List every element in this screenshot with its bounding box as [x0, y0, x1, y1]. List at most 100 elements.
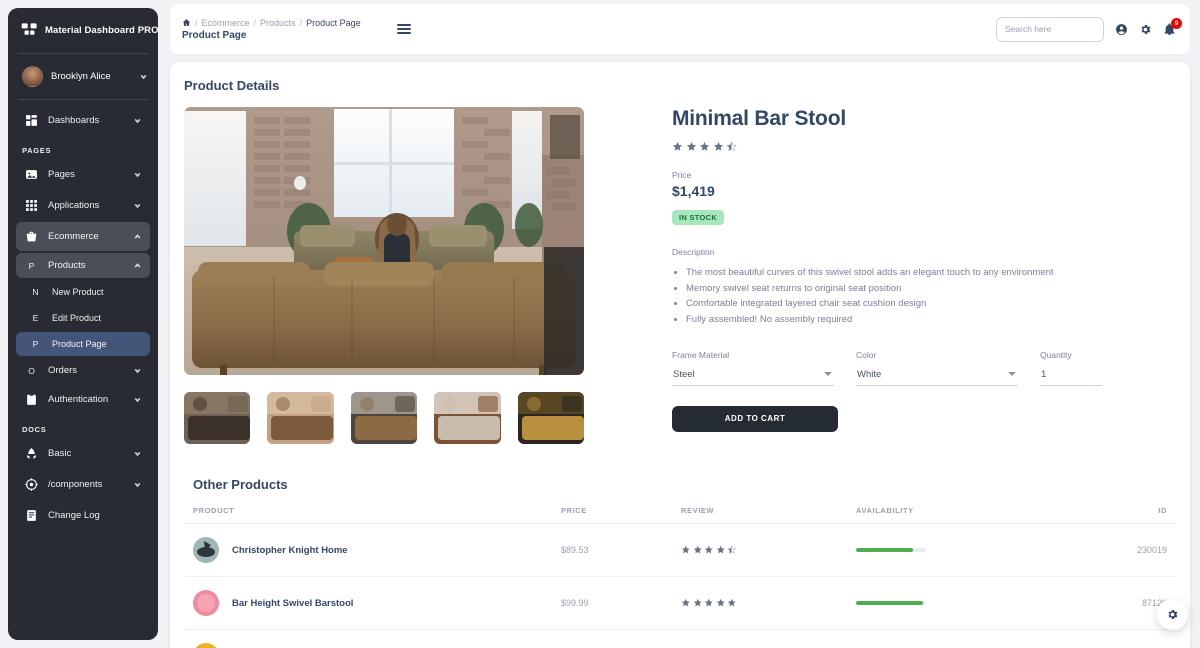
profile-name: Brooklyn Alice: [51, 71, 131, 82]
table-row[interactable]: Christopher Knight Home$89.53230019: [184, 524, 1176, 577]
sidebar-item-label: Basic: [48, 448, 124, 459]
search-input[interactable]: [996, 17, 1104, 42]
gear-icon[interactable]: [1139, 23, 1152, 36]
sidebar-item-components[interactable]: /components: [16, 470, 150, 499]
sidebar-item-label: New Product: [52, 287, 142, 297]
sidebar-item-edit-product[interactable]: EEdit Product: [16, 306, 150, 330]
field-quantity: Quantity1: [1040, 350, 1102, 386]
clipboard-icon: [24, 392, 39, 407]
frame-material-select[interactable]: Steel: [672, 369, 834, 386]
star-icon: [727, 598, 737, 608]
settings-fab-button[interactable]: [1157, 599, 1188, 630]
product-thumbnail[interactable]: [267, 392, 333, 444]
star-icon: [699, 141, 710, 152]
field-color: ColorWhite: [856, 350, 1018, 386]
star-icon: [727, 545, 737, 555]
chevron-up-icon: [133, 261, 142, 270]
description-list: The most beautiful curves of this swivel…: [686, 266, 1166, 328]
cell-id: 230019: [1081, 524, 1176, 577]
breadcrumb: / Ecommerce / Products / Product Page Pr…: [182, 18, 361, 41]
sidebar-item-product-page[interactable]: PProduct Page: [16, 332, 150, 356]
availability-bar: [856, 548, 926, 552]
product-thumbnail[interactable]: [184, 392, 250, 444]
thumbnail-strip: [184, 392, 584, 444]
brand-title: Material Dashboard PRO: [45, 25, 158, 36]
dashboard-logo-icon: [21, 22, 38, 39]
sidebar-item-pages[interactable]: Pages: [16, 160, 150, 189]
breadcrumb-separator: /: [195, 18, 198, 28]
row-rating: [681, 545, 856, 555]
cell-id: 412301: [1081, 630, 1176, 648]
column-header-price: PRICE: [561, 506, 681, 524]
description-item: Comfortable integrated layered chair sea…: [686, 297, 1166, 312]
column-header-review: REVIEW: [681, 506, 856, 524]
bell-icon[interactable]: 9: [1163, 23, 1176, 36]
other-products-title: Other Products: [193, 477, 1176, 492]
color-select[interactable]: White: [856, 369, 1018, 386]
product-title: Minimal Bar Stool: [672, 107, 1166, 131]
sidebar-item-change-log[interactable]: Change Log: [16, 501, 150, 530]
sidebar-item-authentication[interactable]: Authentication: [16, 385, 150, 414]
sidebar: Material Dashboard PRO Brooklyn Alice Da…: [8, 8, 158, 640]
sidebar-item-ecommerce[interactable]: Ecommerce: [16, 222, 150, 251]
sidebar-nav: DashboardsPAGESPagesApplicationsEcommerc…: [8, 100, 158, 640]
cell-product: Christopher Knight Home: [184, 524, 561, 577]
field-label: Frame Material: [672, 350, 834, 360]
log-icon: [24, 508, 39, 523]
hamburger-icon[interactable]: [397, 24, 411, 34]
page-title: Product Page: [182, 30, 361, 41]
quantity-input[interactable]: 1: [1040, 369, 1102, 386]
product-thumbnail[interactable]: [351, 392, 417, 444]
cell-review: [681, 577, 856, 630]
brand[interactable]: Material Dashboard PRO: [8, 8, 158, 53]
star-icon: [716, 598, 726, 608]
account-circle-icon[interactable]: [1115, 23, 1128, 36]
star-icon: [704, 545, 714, 555]
sidebar-item-products[interactable]: PProducts: [16, 253, 150, 278]
table-row[interactable]: Signature Design by Ashley$129.00412301: [184, 630, 1176, 648]
profile-menu[interactable]: Brooklyn Alice: [8, 54, 158, 99]
product-info: Minimal Bar Stool Price $1,419 IN STOCK …: [584, 107, 1176, 444]
sidebar-item-basic[interactable]: Basic: [16, 439, 150, 468]
sidebar-item-applications[interactable]: Applications: [16, 191, 150, 220]
sidebar-item-label: /components: [48, 479, 124, 490]
breadcrumb-separator: /: [254, 18, 257, 28]
sidebar-item-orders[interactable]: OOrders: [16, 358, 150, 383]
cell-price: $99.99: [561, 577, 681, 630]
sidebar-item-label: Ecommerce: [48, 231, 124, 242]
avatar: [22, 66, 43, 87]
basket-icon: [24, 229, 39, 244]
image-icon: [24, 167, 39, 182]
sidebar-item-label: Edit Product: [52, 313, 142, 323]
product-gallery: [184, 107, 584, 444]
chevron-down-icon: [133, 201, 142, 210]
letter-badge-icon: O: [24, 366, 39, 376]
column-header-availability: AVAILABILITY: [856, 506, 1081, 524]
select-wrapper: Steel: [672, 369, 834, 386]
table-row[interactable]: Bar Height Swivel Barstool$99.9987120: [184, 577, 1176, 630]
breadcrumb-item-ecommerce[interactable]: Ecommerce: [202, 18, 250, 28]
cell-review: [681, 630, 856, 648]
field-frame-material: Frame Material Steel: [672, 350, 834, 386]
product-thumbnail[interactable]: [518, 392, 584, 444]
sidebar-item-dashboards[interactable]: Dashboards: [16, 106, 150, 135]
gear-icon: [1166, 608, 1179, 621]
sidebar-item-label: Authentication: [48, 394, 124, 405]
cell-product: Bar Height Swivel Barstool: [184, 577, 561, 630]
breadcrumb-item-products[interactable]: Products: [260, 18, 296, 28]
cell-price: $129.00: [561, 630, 681, 648]
apps-icon: [24, 198, 39, 213]
description-item: Fully assembled! No assembly required: [686, 313, 1166, 328]
product-hero-image[interactable]: [184, 107, 584, 375]
add-to-cart-button[interactable]: ADD TO CART: [672, 406, 838, 432]
product-rating: [672, 141, 1166, 152]
cell-review: [681, 524, 856, 577]
sidebar-item-new-product[interactable]: NNew Product: [16, 280, 150, 304]
breadcrumb-separator: /: [300, 18, 303, 28]
product-thumbnail[interactable]: [434, 392, 500, 444]
star-icon: [693, 545, 703, 555]
product-avatar: [193, 643, 219, 648]
row-rating: [681, 598, 856, 608]
star-icon: [693, 598, 703, 608]
home-icon[interactable]: [182, 18, 191, 27]
